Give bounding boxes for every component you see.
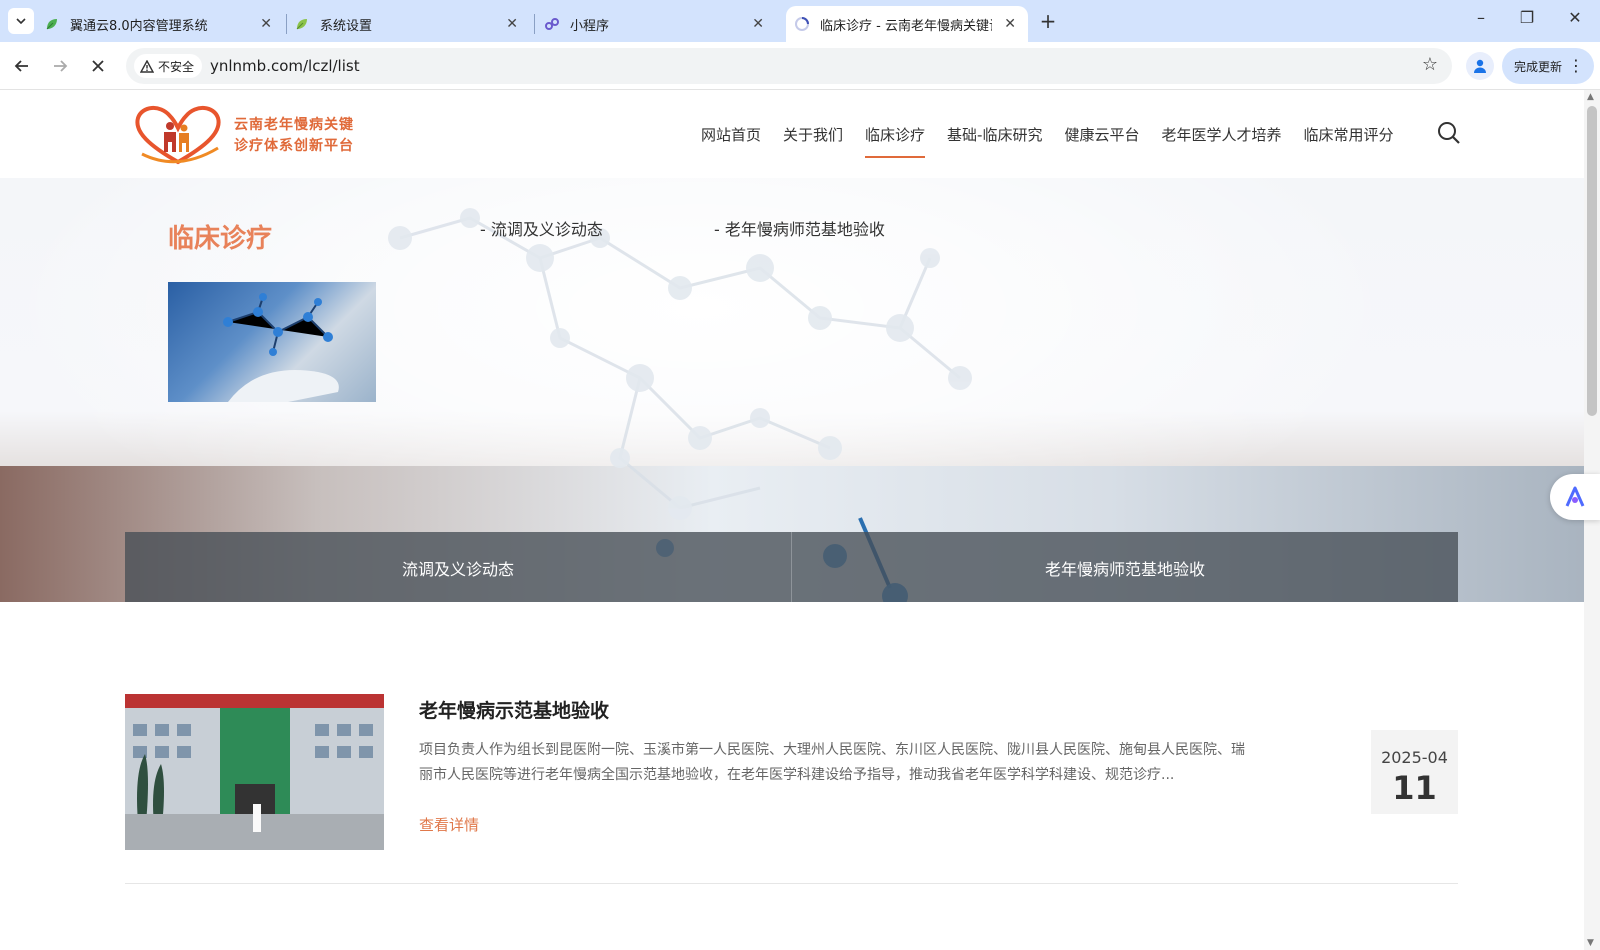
page-viewport: 云南老年慢病关键 诊疗体系创新平台 网站首页 关于我们 临床诊疗 基础-临床研究… bbox=[0, 90, 1584, 950]
tab-separator bbox=[286, 14, 287, 34]
hero-link-acceptance[interactable]: - 老年慢病师范基地验收 bbox=[714, 216, 885, 240]
more-vert-icon: ⋮ bbox=[1568, 56, 1584, 75]
browser-toolbar: 不安全 ynlnmb.com/lczl/list ☆ 完成更新 ⋮ bbox=[0, 42, 1600, 90]
browser-tab-active[interactable]: 临床诊疗 - 云南老年慢病关键诊 ✕ bbox=[786, 6, 1028, 42]
hero-title: 临床诊疗 bbox=[168, 224, 273, 254]
floating-assistant-button[interactable] bbox=[1550, 474, 1600, 520]
tab-title: 小程序 bbox=[570, 18, 610, 34]
stop-loading-button[interactable] bbox=[84, 52, 112, 80]
browser-tab-cms[interactable]: 翼通云8.0内容管理系统 ✕ bbox=[44, 6, 284, 42]
article-image[interactable] bbox=[125, 694, 384, 850]
site-logo[interactable]: 云南老年慢病关键 诊疗体系创新平台 bbox=[130, 102, 360, 168]
subnav-acceptance[interactable]: 老年慢病师范基地验收 bbox=[791, 532, 1458, 602]
nav-item-health-cloud[interactable]: 健康云平台 bbox=[1053, 90, 1150, 178]
security-label: 不安全 bbox=[158, 59, 195, 74]
chevron-down-icon bbox=[16, 18, 26, 24]
leaf-icon bbox=[44, 16, 60, 32]
tab-title: 系统设置 bbox=[320, 18, 373, 34]
tab-title: 翼通云8.0内容管理系统 bbox=[70, 18, 208, 34]
profile-button[interactable] bbox=[1466, 52, 1494, 80]
logo-text-line2: 诊疗体系创新平台 bbox=[234, 138, 354, 154]
user-icon bbox=[1474, 59, 1486, 73]
restore-icon: ❐ bbox=[1519, 8, 1535, 27]
warning-icon bbox=[140, 59, 154, 73]
article-date: 2025-04 11 bbox=[1371, 730, 1458, 814]
leaf-icon bbox=[294, 16, 310, 32]
scroll-up-icon[interactable]: ▲ bbox=[1587, 92, 1594, 102]
security-chip[interactable]: 不安全 bbox=[134, 54, 203, 78]
article-title[interactable]: 老年慢病示范基地验收 bbox=[419, 696, 609, 723]
heart-logo-icon bbox=[135, 106, 221, 165]
back-button[interactable] bbox=[8, 52, 36, 80]
forward-button[interactable] bbox=[46, 52, 74, 80]
hero-link-survey[interactable]: - 流调及义诊动态 bbox=[480, 216, 603, 240]
tab-title: 临床诊疗 - 云南老年慢病关键诊 bbox=[820, 18, 992, 34]
restore-button[interactable]: ❐ bbox=[1512, 8, 1542, 27]
close-icon[interactable]: ✕ bbox=[1004, 16, 1016, 32]
close-icon: ✕ bbox=[1568, 8, 1582, 27]
article-description: 项目负责人作为组长到昆医附一院、玉溪市第一人民医院、大理州人民医院、东川区人民医… bbox=[419, 742, 1245, 783]
site-header: 云南老年慢病关键 诊疗体系创新平台 网站首页 关于我们 临床诊疗 基础-临床研究… bbox=[0, 90, 1584, 178]
hero-thumbnail bbox=[168, 282, 376, 402]
miniprogram-icon bbox=[544, 16, 560, 32]
assistant-icon bbox=[1565, 486, 1585, 507]
forward-arrow-icon bbox=[54, 60, 68, 72]
new-tab-button[interactable]: + bbox=[1036, 9, 1060, 33]
scrollbar-thumb[interactable] bbox=[1587, 106, 1597, 416]
nav-item-research[interactable]: 基础-临床研究 bbox=[936, 90, 1053, 178]
tab-search-button[interactable] bbox=[8, 8, 34, 34]
sub-category-nav: 流调及义诊动态 老年慢病师范基地验收 bbox=[125, 532, 1458, 602]
bookmark-star-icon[interactable]: ☆ bbox=[1422, 54, 1438, 75]
nav-item-home[interactable]: 网站首页 bbox=[690, 90, 772, 178]
browser-tab-settings[interactable]: 系统设置 ✕ bbox=[294, 6, 530, 42]
nav-item-about[interactable]: 关于我们 bbox=[772, 90, 854, 178]
logo-text-line1: 云南老年慢病关键 bbox=[234, 117, 354, 133]
close-icon bbox=[92, 60, 104, 72]
browser-tab-strip: 翼通云8.0内容管理系统 ✕ 系统设置 ✕ 小程序 ✕ 临床诊疗 - 云南老年慢… bbox=[0, 0, 1600, 42]
close-window-button[interactable]: ✕ bbox=[1560, 8, 1590, 27]
hero-banner: 临床诊疗 - 流调及义诊动态 - 老年慢病师范基地验收 流调及义诊动态 老年慢病… bbox=[0, 178, 1584, 602]
minimize-button[interactable]: – bbox=[1466, 8, 1496, 27]
nav-item-talent[interactable]: 老年医学人才培养 bbox=[1150, 90, 1292, 178]
update-button[interactable]: 完成更新 ⋮ bbox=[1502, 48, 1594, 84]
update-label: 完成更新 bbox=[1514, 59, 1563, 74]
tab-separator bbox=[534, 14, 535, 34]
nav-item-clinical[interactable]: 临床诊疗 bbox=[854, 90, 936, 178]
plus-icon: + bbox=[1039, 9, 1057, 33]
page-scrollbar[interactable]: ▲ ▼ bbox=[1584, 90, 1600, 950]
read-more-link[interactable]: 查看详情 bbox=[419, 814, 479, 835]
main-nav: 网站首页 关于我们 临床诊疗 基础-临床研究 健康云平台 老年医学人才培养 临床… bbox=[690, 90, 1405, 178]
subnav-survey[interactable]: 流调及义诊动态 bbox=[125, 532, 791, 602]
url-text[interactable]: ynlnmb.com/lczl/list bbox=[210, 57, 360, 75]
minimize-icon: – bbox=[1477, 8, 1485, 27]
close-icon[interactable]: ✕ bbox=[752, 16, 764, 32]
date-day: 11 bbox=[1392, 769, 1437, 807]
date-year-month: 2025-04 bbox=[1381, 748, 1448, 767]
browser-tab-miniprogram[interactable]: 小程序 ✕ bbox=[544, 6, 776, 42]
search-icon[interactable] bbox=[1436, 120, 1462, 146]
loading-icon bbox=[794, 16, 810, 32]
address-bar[interactable]: 不安全 ynlnmb.com/lczl/list ☆ bbox=[126, 48, 1452, 84]
close-icon[interactable]: ✕ bbox=[506, 16, 518, 32]
nav-item-scores[interactable]: 临床常用评分 bbox=[1293, 90, 1405, 178]
scroll-down-icon[interactable]: ▼ bbox=[1587, 938, 1594, 948]
article-item: 老年慢病示范基地验收 项目负责人作为组长到昆医附一院、玉溪市第一人民医院、大理州… bbox=[125, 694, 1458, 884]
back-arrow-icon bbox=[14, 60, 28, 72]
close-icon[interactable]: ✕ bbox=[260, 16, 272, 32]
